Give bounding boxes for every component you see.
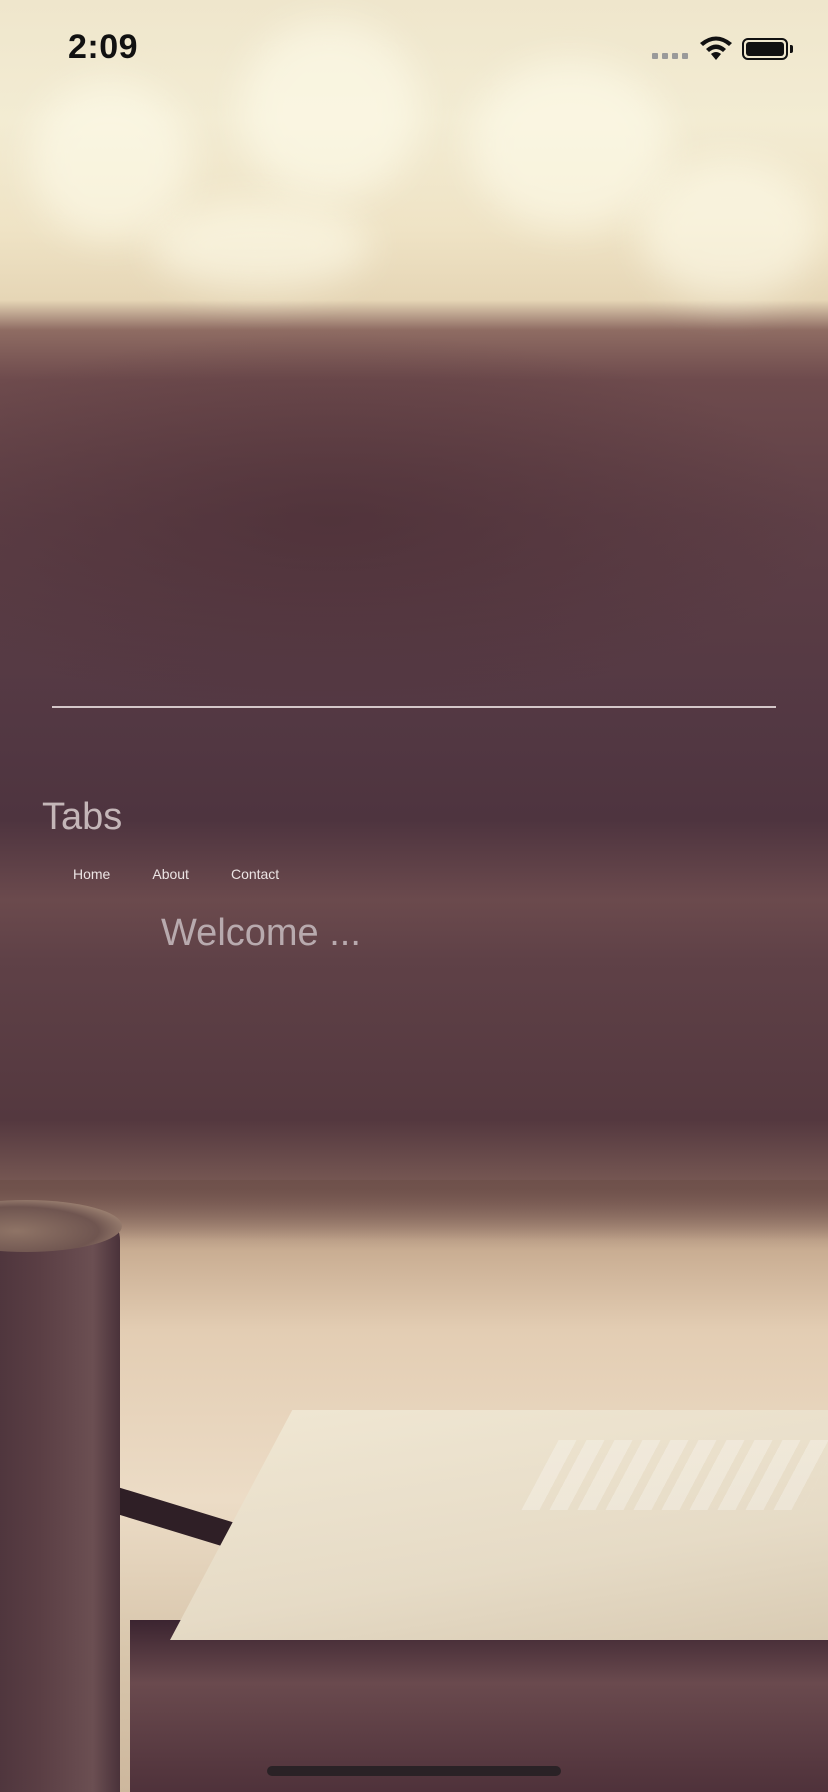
status-time: 2:09 [68, 28, 139, 66]
tab-bar: Home About Contact [73, 866, 321, 882]
welcome-text: Welcome ... [161, 912, 361, 954]
table-edge [0, 1180, 828, 1240]
sofa-shape [0, 330, 828, 710]
cellular-signal-icon [652, 53, 688, 59]
book-emboss [521, 1440, 828, 1510]
bokeh-light [30, 80, 190, 240]
battery-icon [742, 38, 788, 60]
tab-home[interactable]: Home [73, 866, 110, 882]
wifi-icon [700, 36, 732, 60]
bokeh-light [640, 160, 820, 300]
battery-nub [790, 45, 793, 53]
tab-contact[interactable]: Contact [231, 866, 279, 882]
header-divider [52, 706, 776, 708]
bokeh-light [150, 200, 370, 290]
home-indicator[interactable] [267, 1766, 561, 1776]
coffee-cup [0, 1210, 120, 1792]
bokeh-light [470, 60, 670, 230]
tab-about[interactable]: About [152, 866, 189, 882]
background-photo [0, 0, 828, 1792]
bokeh-light [240, 20, 420, 200]
page-title: Tabs [42, 796, 123, 838]
